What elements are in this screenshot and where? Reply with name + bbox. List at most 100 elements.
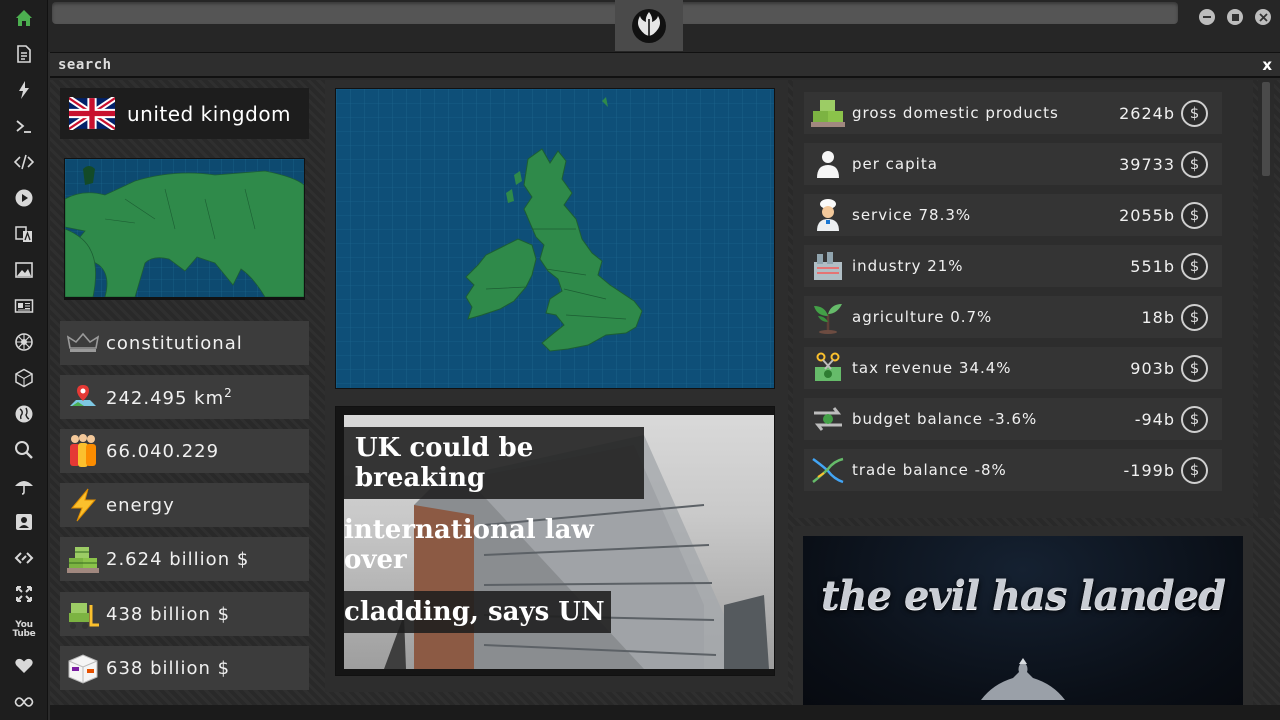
country-header: united kingdom xyxy=(60,88,309,139)
globe-icon[interactable] xyxy=(0,398,48,430)
stat-value: -94b xyxy=(1134,409,1175,429)
value-2: 438 billion $ xyxy=(106,603,231,625)
banner-panel: the evil has landed xyxy=(793,526,1253,705)
stat-value: 39733 xyxy=(1119,154,1175,174)
area-row[interactable]: 242.495 km2 xyxy=(60,375,309,419)
translate-icon[interactable] xyxy=(0,218,48,250)
stat-label: tax revenue 34.4% xyxy=(852,359,1012,377)
population-row[interactable]: 66.040.229 xyxy=(60,429,309,473)
play-icon[interactable] xyxy=(0,182,48,214)
energy-lightning-icon xyxy=(60,483,106,527)
energy-row[interactable]: energy xyxy=(60,483,309,527)
dollar-coin-icon[interactable]: $ xyxy=(1181,201,1208,229)
infinity-icon[interactable] xyxy=(0,686,48,718)
link-icon[interactable] xyxy=(0,542,48,574)
stat-label: service 78.3% xyxy=(852,206,972,224)
youtube-icon[interactable]: You Tube xyxy=(0,614,48,646)
close-window-button[interactable] xyxy=(1255,9,1271,25)
sidebar-rail: You Tube xyxy=(0,0,48,720)
people-icon xyxy=(60,429,106,473)
trade-cross-icon xyxy=(804,449,852,491)
title-bar xyxy=(48,0,1280,52)
stat-row-per-capita[interactable]: per capita 39733 $ xyxy=(804,143,1222,185)
status-strip xyxy=(50,705,1280,720)
tax-scissors-icon xyxy=(804,347,852,389)
fullscreen-icon[interactable] xyxy=(0,578,48,610)
stat-value: 551b xyxy=(1130,256,1175,276)
empire-icon[interactable] xyxy=(0,326,48,358)
money-pallet-icon xyxy=(60,537,106,581)
rebel-emblem-icon xyxy=(615,0,683,51)
dollar-coin-icon[interactable]: $ xyxy=(1181,252,1208,280)
terminal-icon[interactable] xyxy=(0,110,48,142)
contact-icon[interactable] xyxy=(0,506,48,538)
search-bar[interactable]: search x xyxy=(50,52,1280,78)
stat-row-tax-revenue[interactable]: tax revenue 34.4% 903b $ xyxy=(804,347,1222,389)
headline-line-3: cladding, says UN xyxy=(344,591,611,633)
stat-row-industry[interactable]: industry 21% 551b $ xyxy=(804,245,1222,287)
falcon-icon xyxy=(981,658,1065,700)
search-icon[interactable] xyxy=(0,434,48,466)
image-icon[interactable] xyxy=(0,254,48,286)
world-minimap[interactable] xyxy=(64,158,305,300)
government-row[interactable]: constitutional xyxy=(60,321,309,365)
shipping-box-icon xyxy=(60,646,106,690)
stat-row-budget-balance[interactable]: budget balance -3.6% -94b $ xyxy=(804,398,1222,440)
news-card[interactable]: UK could be breaking international law o… xyxy=(335,406,775,676)
person-icon xyxy=(804,143,852,185)
dollar-coin-icon[interactable]: $ xyxy=(1181,354,1208,382)
stat-row-trade-balance[interactable]: trade balance -8% -199b $ xyxy=(804,449,1222,491)
stat-label: per capita xyxy=(852,155,938,173)
lightning-icon[interactable] xyxy=(0,74,48,106)
close-search-button[interactable]: x xyxy=(1262,56,1272,74)
stat-label: trade balance -8% xyxy=(852,461,1007,479)
country-profile-column: united kingdom constitutional 242.495 km… xyxy=(50,80,318,705)
country-map[interactable] xyxy=(335,88,775,389)
heart-icon[interactable] xyxy=(0,650,48,682)
newspaper-icon[interactable] xyxy=(0,290,48,322)
factory-icon xyxy=(804,245,852,287)
chef-icon xyxy=(804,194,852,236)
headline-line-2: international law over xyxy=(344,515,594,575)
stat-label: agriculture 0.7% xyxy=(852,308,993,326)
dollar-coin-icon[interactable]: $ xyxy=(1181,456,1208,484)
dollar-coin-icon[interactable]: $ xyxy=(1181,150,1208,178)
minimize-button[interactable] xyxy=(1199,9,1215,25)
economy-stats-panel: gross domestic products 2624b $ per capi… xyxy=(793,80,1253,518)
area-text: 242.495 km xyxy=(106,387,225,409)
map-pin-icon xyxy=(60,375,106,419)
stat-row-gdp[interactable]: gross domestic products 2624b $ xyxy=(804,92,1222,134)
home-icon[interactable] xyxy=(0,2,48,34)
dollar-coin-icon[interactable]: $ xyxy=(1181,99,1208,127)
stat-label: gross domestic products xyxy=(852,104,1059,122)
news-headline: UK could be breaking international law o… xyxy=(344,427,644,643)
umbrella-icon[interactable] xyxy=(0,470,48,502)
stat-row-agriculture[interactable]: agriculture 0.7% 18b $ xyxy=(804,296,1222,338)
dollar-coin-icon[interactable]: $ xyxy=(1181,303,1208,331)
dollar-coin-icon[interactable]: $ xyxy=(1181,405,1208,433)
crown-icon xyxy=(60,321,106,365)
stat-label: industry 21% xyxy=(852,257,964,275)
stat-row-service[interactable]: service 78.3% 2055b $ xyxy=(804,194,1222,236)
news-photo: UK could be breaking international law o… xyxy=(344,415,774,669)
maximize-button[interactable] xyxy=(1227,9,1243,25)
promo-banner[interactable]: the evil has landed xyxy=(803,536,1243,705)
balance-arrows-icon xyxy=(804,398,852,440)
stat-value: 2624b xyxy=(1119,103,1175,123)
cube-icon[interactable] xyxy=(0,362,48,394)
money-pallet-icon xyxy=(804,92,852,134)
value-row-3[interactable]: 638 billion $ xyxy=(60,646,309,690)
value-row-2[interactable]: 438 billion $ xyxy=(60,592,309,636)
document-icon[interactable] xyxy=(0,38,48,70)
gdp-row[interactable]: 2.624 billion $ xyxy=(60,537,309,581)
search-label: search xyxy=(58,57,112,73)
country-dashboard: united kingdom constitutional 242.495 km… xyxy=(50,80,1280,705)
scrollbar-thumb[interactable] xyxy=(1262,82,1270,176)
gdp-value: 2.624 billion $ xyxy=(106,548,250,570)
stats-scrollbar[interactable] xyxy=(1258,80,1274,518)
area-value: 242.495 km2 xyxy=(106,386,233,409)
uk-flag-icon xyxy=(67,95,117,132)
code-icon[interactable] xyxy=(0,146,48,178)
sprout-icon xyxy=(804,296,852,338)
money-forklift-icon xyxy=(60,592,106,636)
